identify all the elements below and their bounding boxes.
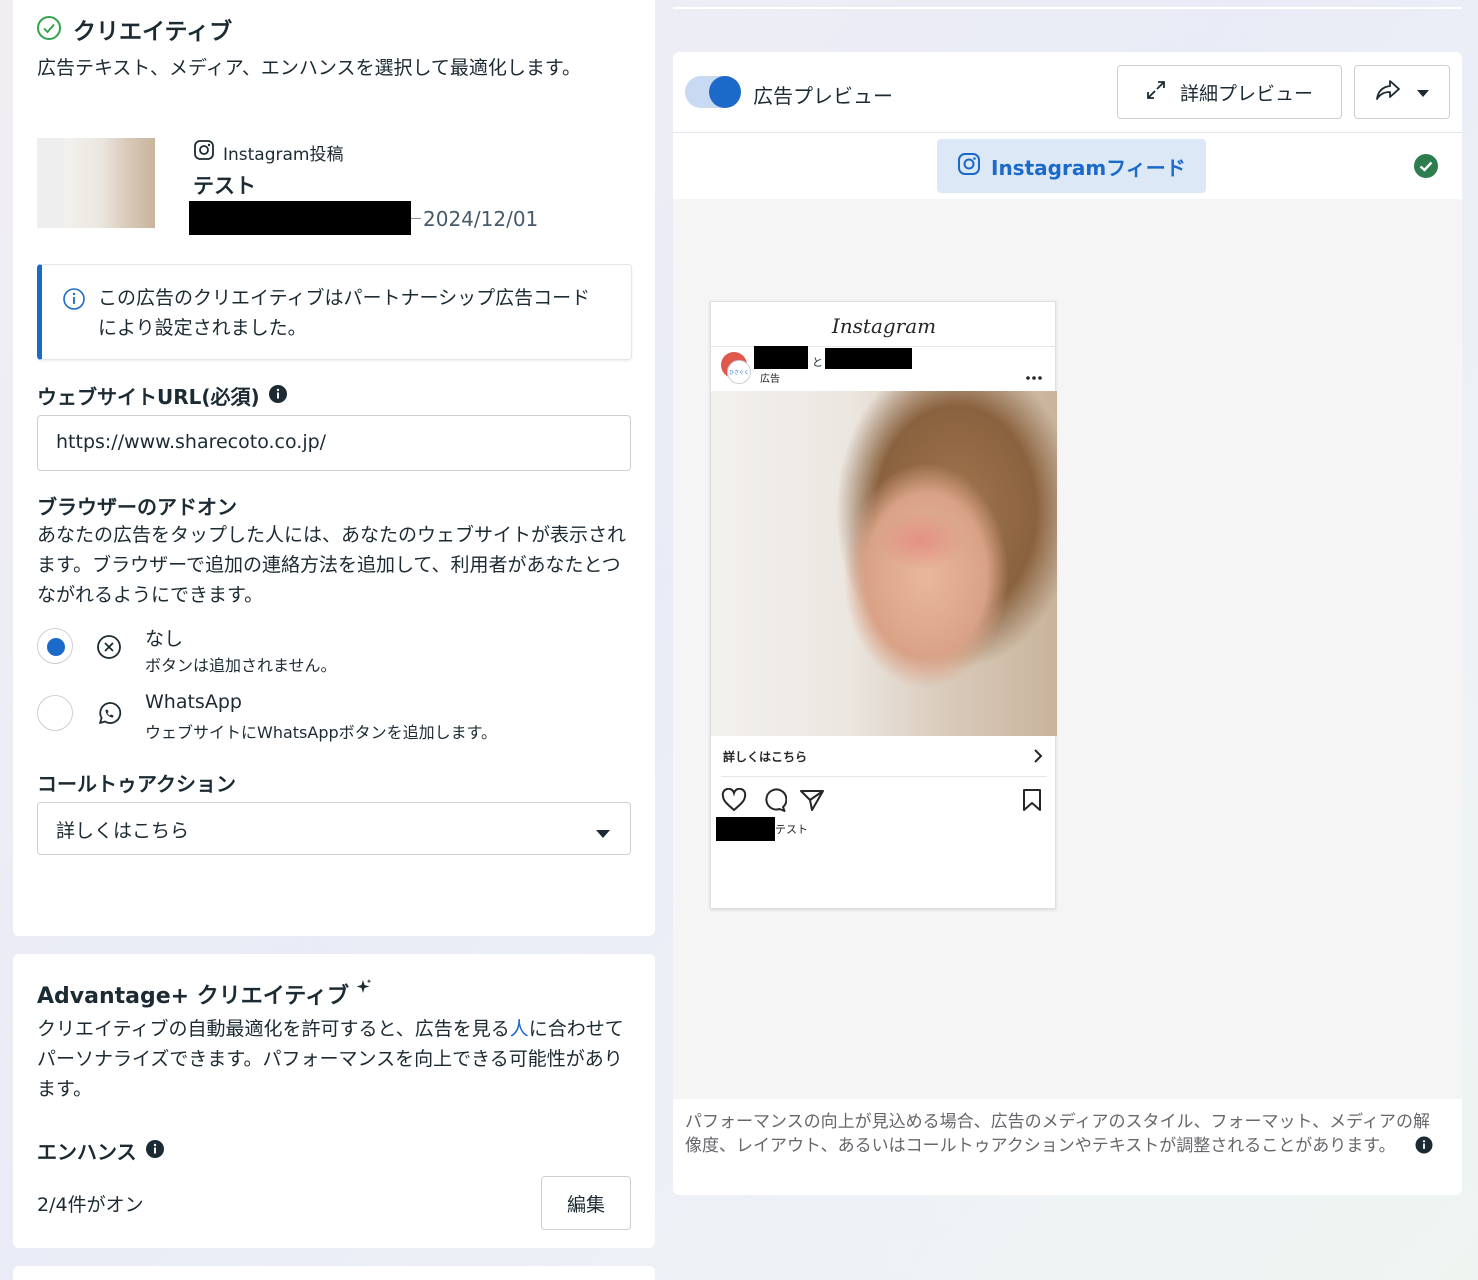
send-icon[interactable] bbox=[799, 788, 825, 816]
sparkle-icon bbox=[355, 978, 373, 1000]
website-url-input[interactable]: https://www.sharecoto.co.jp/ bbox=[37, 415, 631, 471]
option-none-title: なし bbox=[145, 628, 184, 650]
next-panel bbox=[13, 1266, 655, 1280]
ig-cta-label: 詳しくはこちら bbox=[723, 750, 808, 764]
redacted-account bbox=[754, 346, 808, 369]
people-link[interactable]: 人 bbox=[510, 1018, 529, 1040]
tab-instagram-feed-label: Instagramフィード bbox=[991, 155, 1186, 180]
creative-description: 広告テキスト、メディア、エンハンスを選択して最適化します。 bbox=[37, 57, 581, 79]
chevron-right-icon bbox=[1033, 748, 1043, 768]
partnership-info-box: この広告のクリエイティブはパートナーシップ広告コードにより設定されました。 bbox=[37, 264, 632, 360]
radio-whatsapp[interactable] bbox=[37, 695, 73, 731]
addon-option-whatsapp[interactable]: WhatsApp ウェブサイトにWhatsAppボタンを追加します。 bbox=[37, 691, 597, 749]
post-thumbnail[interactable] bbox=[37, 138, 155, 228]
preview-toggle[interactable] bbox=[685, 76, 741, 108]
advantage-panel: Advantage+ クリエイティブ クリエイティブの自動最適化を許可すると、広… bbox=[13, 954, 655, 1248]
detail-preview-label: 詳細プレビュー bbox=[1179, 82, 1313, 105]
caret-down-icon bbox=[596, 824, 610, 843]
whatsapp-icon bbox=[96, 701, 122, 731]
more-icon[interactable] bbox=[1025, 366, 1043, 385]
cta-select[interactable]: 詳しくはこちら bbox=[37, 802, 631, 855]
instagram-logo: Instagram bbox=[831, 314, 937, 338]
addon-option-none[interactable]: なし ボタンは追加されません。 bbox=[37, 626, 597, 682]
post-platform-label: Instagram投稿 bbox=[223, 144, 344, 165]
instagram-icon bbox=[193, 139, 215, 165]
info-icon bbox=[62, 287, 86, 315]
info-filled-icon[interactable] bbox=[145, 1139, 165, 1163]
check-circle-icon bbox=[37, 16, 61, 40]
tab-instagram-feed[interactable]: Instagramフィード bbox=[937, 139, 1206, 193]
website-url-value: https://www.sharecoto.co.jp/ bbox=[56, 431, 327, 453]
x-circle-icon bbox=[96, 634, 122, 664]
ig-cta-row[interactable]: 詳しくはこちら bbox=[711, 736, 1057, 776]
info-message: この広告のクリエイティブはパートナーシップ広告コードにより設定されました。 bbox=[98, 287, 591, 339]
comment-icon[interactable] bbox=[761, 788, 788, 816]
enhance-status: 2/4件がオン bbox=[37, 1194, 144, 1216]
success-check-icon bbox=[1414, 154, 1438, 182]
divider bbox=[673, 7, 1462, 9]
browser-addon-description: あなたの広告をタップした人には、あなたのウェブサイトが表示されます。ブラウザーで… bbox=[37, 524, 627, 606]
info-filled-icon[interactable] bbox=[1415, 1136, 1433, 1161]
caret-down-icon bbox=[1417, 83, 1429, 102]
avatar: ひさぐく bbox=[721, 352, 751, 384]
advantage-title: Advantage+ クリエイティブ bbox=[37, 984, 349, 1009]
advantage-description: クリエイティブの自動最適化を許可すると、広告を見る人に合わせてパーソナライズでき… bbox=[37, 1018, 624, 1100]
preview-footnote: パフォーマンスの向上が見込める場合、広告のメディアのスタイル、フォーマット、メデ… bbox=[685, 1110, 1445, 1161]
heart-icon[interactable] bbox=[721, 787, 747, 816]
redacted-username bbox=[716, 817, 775, 841]
info-filled-icon[interactable] bbox=[268, 384, 288, 408]
website-url-label: ウェブサイトURL(必須) bbox=[37, 385, 260, 409]
redacted-partner bbox=[825, 348, 912, 369]
preview-area: Instagram ひさぐく と 広告 詳しくはこちら テスト bbox=[673, 199, 1462, 1099]
option-whatsapp-subtitle: ウェブサイトにWhatsAppボタンを追加します。 bbox=[145, 723, 498, 742]
ig-conj: と bbox=[812, 356, 823, 369]
edit-button[interactable]: 編集 bbox=[541, 1176, 631, 1230]
ad-image[interactable] bbox=[711, 391, 1057, 736]
preview-toggle-label: 広告プレビュー bbox=[753, 84, 893, 108]
enhance-label: エンハンス bbox=[37, 1140, 137, 1164]
detail-preview-button[interactable]: 詳細プレビュー bbox=[1117, 65, 1342, 119]
post-name: テスト bbox=[193, 174, 256, 198]
share-icon bbox=[1375, 79, 1401, 105]
sponsored-label: 広告 bbox=[760, 374, 780, 385]
redacted-account bbox=[189, 201, 411, 235]
radio-none[interactable] bbox=[37, 628, 73, 664]
ig-caption: テスト bbox=[775, 823, 808, 836]
post-platform: Instagram投稿 bbox=[193, 139, 344, 165]
creative-panel: クリエイティブ 広告テキスト、メディア、エンハンスを選択して最適化します。 In… bbox=[13, 0, 655, 936]
option-none-subtitle: ボタンは追加されません。 bbox=[145, 656, 337, 675]
bookmark-icon[interactable] bbox=[1021, 788, 1043, 816]
cta-select-value: 詳しくはこちら bbox=[56, 820, 190, 842]
expand-icon bbox=[1146, 80, 1166, 105]
post-date: 2024/12/01 bbox=[423, 207, 539, 231]
cta-label: コールトゥアクション bbox=[37, 772, 236, 796]
preview-panel: 広告プレビュー 詳細プレビュー Instagramフィード Instagram bbox=[673, 52, 1462, 1195]
browser-addon-title: ブラウザーのアドオン bbox=[37, 495, 237, 519]
creative-title: クリエイティブ bbox=[73, 19, 233, 45]
option-whatsapp-title: WhatsApp bbox=[145, 691, 242, 713]
instagram-icon bbox=[957, 152, 981, 181]
share-menu-button[interactable] bbox=[1354, 65, 1450, 119]
instagram-feed-preview: Instagram ひさぐく と 広告 詳しくはこちら テスト bbox=[710, 301, 1057, 909]
